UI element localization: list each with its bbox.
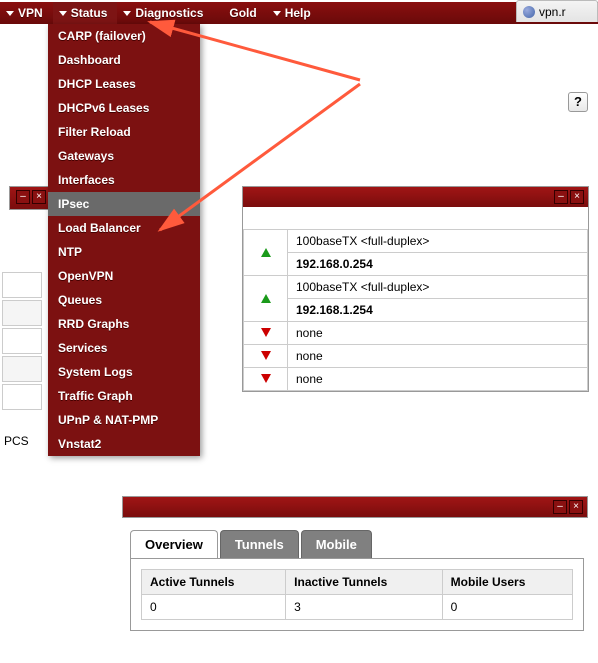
chevron-down-icon: [273, 11, 281, 16]
arrow-down-icon: [261, 328, 271, 337]
dd-interfaces[interactable]: Interfaces: [48, 168, 200, 192]
browser-tab[interactable]: vpn.r: [516, 0, 598, 22]
nav-label: Help: [285, 6, 311, 20]
panel-header: – ×: [123, 497, 587, 517]
help-button[interactable]: ?: [568, 92, 588, 112]
dd-services[interactable]: Services: [48, 336, 200, 360]
panel-header: – ×: [10, 187, 50, 209]
nav-label: Diagnostics: [135, 6, 203, 20]
tab-overview[interactable]: Overview: [130, 530, 218, 558]
if-status: none: [288, 345, 588, 368]
dd-ipsec[interactable]: IPsec: [48, 192, 200, 216]
dd-carp[interactable]: CARP (failover): [48, 24, 200, 48]
chevron-down-icon: [59, 11, 67, 16]
dd-load-balancer[interactable]: Load Balancer: [48, 216, 200, 240]
dd-dashboard[interactable]: Dashboard: [48, 48, 200, 72]
if-status: none: [288, 368, 588, 391]
if-speed: 100baseTX <full-duplex>: [288, 230, 588, 253]
nav-label: Status: [71, 6, 108, 20]
dd-ntp[interactable]: NTP: [48, 240, 200, 264]
th-mobile-users: Mobile Users: [442, 570, 572, 595]
panel-header: – ×: [243, 187, 588, 207]
panel-minimize-button[interactable]: –: [553, 500, 567, 514]
nav-help[interactable]: Help: [267, 2, 321, 24]
nav-vpn[interactable]: VPN: [0, 2, 53, 24]
ipsec-tabs: Overview Tunnels Mobile: [130, 530, 374, 558]
browser-tab-label: vpn.r: [539, 5, 566, 19]
dd-openvpn[interactable]: OpenVPN: [48, 264, 200, 288]
nav-label: Gold: [229, 6, 256, 20]
panel-minimize-button[interactable]: –: [16, 190, 30, 204]
status-dropdown: CARP (failover) Dashboard DHCP Leases DH…: [48, 24, 200, 456]
td-inactive-tunnels: 3: [286, 595, 443, 620]
panel-minimize-button[interactable]: –: [554, 190, 568, 204]
chevron-down-icon: [6, 11, 14, 16]
if-ip: 192.168.0.254: [288, 253, 588, 276]
arrow-up-icon: [261, 294, 271, 303]
interfaces-panel: – × 100baseTX <full-duplex> 192.168.0.25…: [242, 186, 589, 392]
tab-tunnels[interactable]: Tunnels: [220, 530, 299, 558]
dd-dhcp-leases[interactable]: DHCP Leases: [48, 72, 200, 96]
tab-mobile[interactable]: Mobile: [301, 530, 372, 558]
ipsec-panel: – ×: [122, 496, 588, 518]
dd-upnp-nat-pmp[interactable]: UPnP & NAT-PMP: [48, 408, 200, 432]
left-pcs-label: PCS: [0, 430, 33, 452]
panel-close-button[interactable]: ×: [569, 500, 583, 514]
td-active-tunnels: 0: [142, 595, 286, 620]
dd-queues[interactable]: Queues: [48, 288, 200, 312]
left-partial-table: [0, 270, 44, 412]
panel-close-button[interactable]: ×: [32, 190, 46, 204]
dd-vnstat2[interactable]: Vnstat2: [48, 432, 200, 456]
th-active-tunnels: Active Tunnels: [142, 570, 286, 595]
arrow-up-icon: [261, 248, 271, 257]
panel-close-button[interactable]: ×: [570, 190, 584, 204]
tunnels-summary-table: Active Tunnels Inactive Tunnels Mobile U…: [141, 569, 573, 620]
dd-dhcpv6-leases[interactable]: DHCPv6 Leases: [48, 96, 200, 120]
if-ip: 192.168.1.254: [288, 299, 588, 322]
dd-rrd-graphs[interactable]: RRD Graphs: [48, 312, 200, 336]
arrow-down-icon: [261, 374, 271, 383]
chevron-down-icon: [123, 11, 131, 16]
left-panel: – ×: [9, 186, 51, 210]
nav-diagnostics[interactable]: Diagnostics: [117, 2, 213, 24]
td-mobile-users: 0: [442, 595, 572, 620]
th-inactive-tunnels: Inactive Tunnels: [286, 570, 443, 595]
nav-label: VPN: [18, 6, 43, 20]
dd-filter-reload[interactable]: Filter Reload: [48, 120, 200, 144]
ipsec-overview-body: Active Tunnels Inactive Tunnels Mobile U…: [130, 558, 584, 631]
dd-system-logs[interactable]: System Logs: [48, 360, 200, 384]
question-icon: ?: [574, 94, 582, 109]
top-navbar: VPN Status Diagnostics Gold Help: [0, 2, 598, 24]
dd-gateways[interactable]: Gateways: [48, 144, 200, 168]
arrow-down-icon: [261, 351, 271, 360]
interfaces-table: 100baseTX <full-duplex> 192.168.0.254 10…: [243, 229, 588, 391]
if-speed: 100baseTX <full-duplex>: [288, 276, 588, 299]
globe-icon: [523, 6, 535, 18]
dd-traffic-graph[interactable]: Traffic Graph: [48, 384, 200, 408]
nav-gold[interactable]: Gold: [213, 2, 266, 24]
if-status: none: [288, 322, 588, 345]
nav-status[interactable]: Status: [53, 2, 118, 24]
